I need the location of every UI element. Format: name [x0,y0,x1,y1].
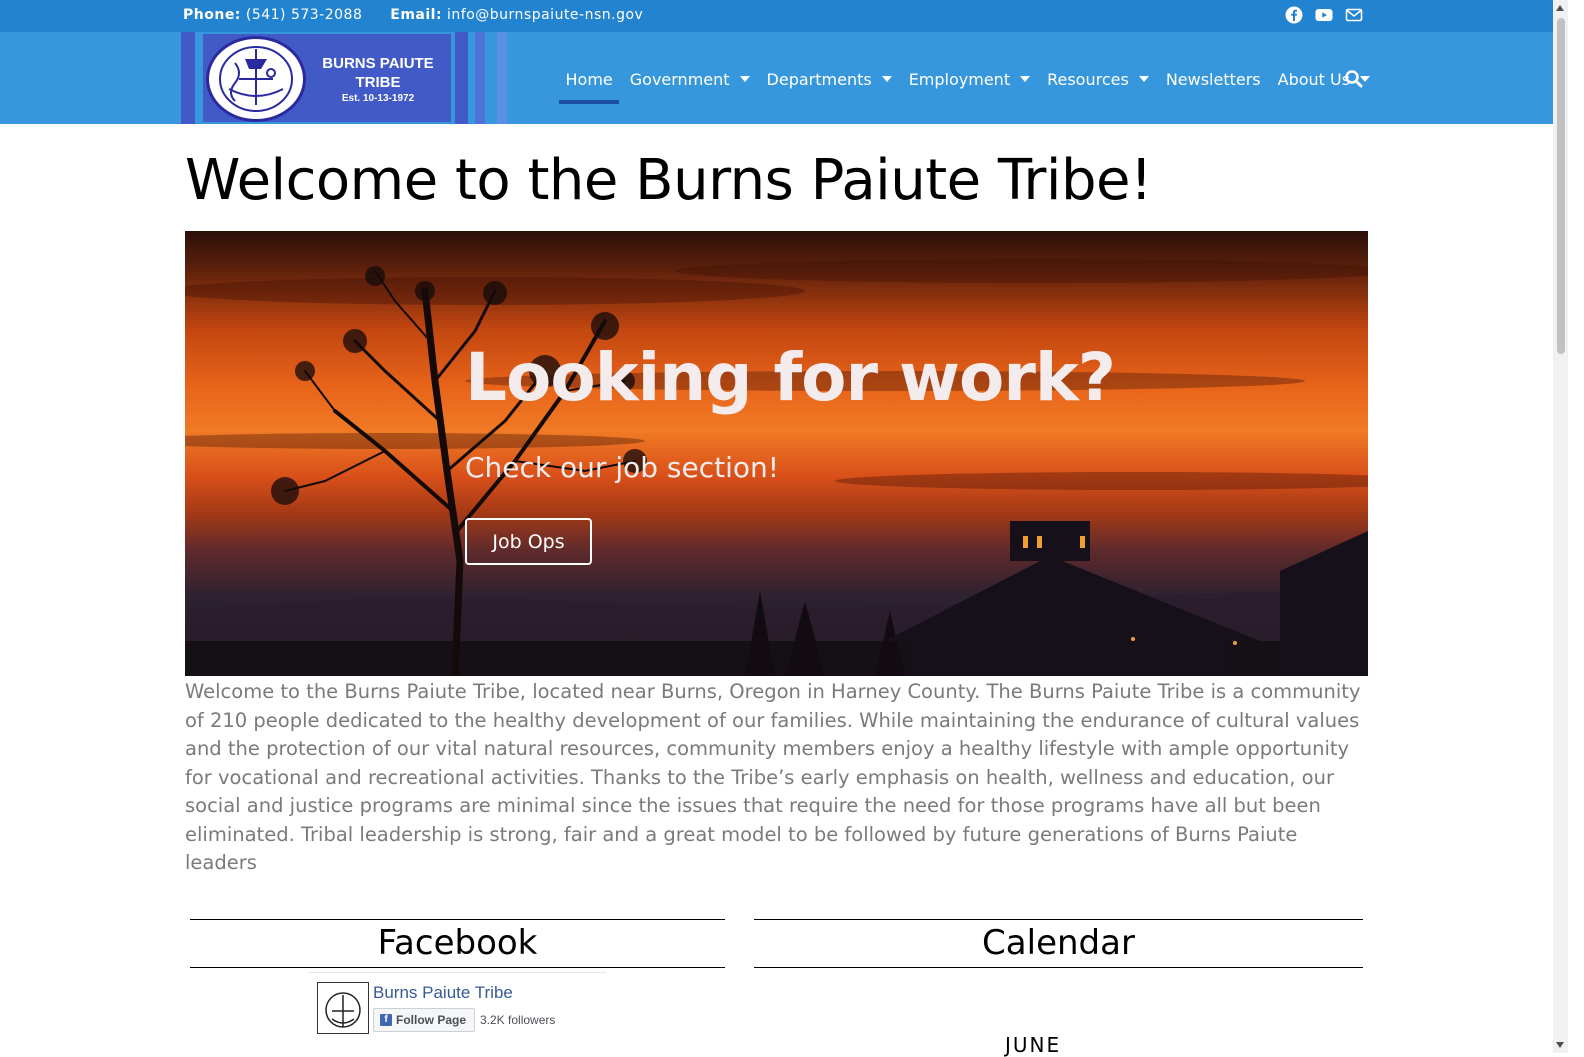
hero-subtitle: Check our job section! [465,451,779,484]
follower-count: 3.2K followers [480,1013,556,1027]
logo-stripe [475,32,485,124]
email-address[interactable]: info@burnspaiute-nsn.gov [447,7,643,23]
caret-down-icon [881,76,892,82]
caret-down-icon [1138,76,1149,82]
contact-info: Phone: (541) 573-2088 Email: info@burnsp… [183,7,643,23]
hero-banner: Looking for work? Check our job section!… [185,231,1368,676]
caret-down-icon [1020,76,1031,82]
nav-resources[interactable]: Resources [1039,64,1158,94]
intro-paragraph: Welcome to the Burns Paiute Tribe, locat… [185,680,1361,874]
caret-down-icon [739,76,750,82]
nav-government[interactable]: Government [621,64,758,94]
page-scrollbar[interactable] [1553,0,1568,1053]
scroll-up-icon[interactable] [1556,5,1564,11]
top-contact-bar: Phone: (541) 573-2088 Email: info@burnsp… [0,0,1553,32]
nav-departments[interactable]: Departments [758,64,900,94]
phone-label: Phone: [183,7,241,23]
main-navbar: BURNS PAIUTE TRIBE Est. 10-13-1972 Home … [0,32,1553,124]
primary-menu: Home Government Departments Employment R… [557,64,1379,104]
social-links [1285,6,1363,24]
tribe-seal-icon [206,36,306,122]
logo-card: BURNS PAIUTE TRIBE Est. 10-13-1972 [203,34,451,122]
nav-newsletters[interactable]: Newsletters [1157,64,1269,94]
facebook-heading: Facebook [190,919,725,968]
facebook-logo-icon: f [380,1014,392,1026]
logo-title: BURNS PAIUTE TRIBE [322,55,434,91]
phone-number[interactable]: (541) 573-2088 [246,7,363,23]
facebook-page-avatar[interactable] [317,982,369,1034]
scrollbar-thumb[interactable] [1557,18,1565,354]
email-label: Email: [390,7,443,23]
logo-stripe [455,32,468,124]
nav-employment[interactable]: Employment [900,64,1038,94]
logo-stripe [497,32,507,124]
search-icon[interactable] [1344,69,1364,89]
facebook-icon[interactable] [1285,6,1303,24]
logo-stripe [181,32,195,124]
site-logo[interactable]: BURNS PAIUTE TRIBE Est. 10-13-1972 [181,32,511,124]
logo-established: Est. 10-13-1972 [341,93,415,104]
youtube-icon[interactable] [1315,6,1333,24]
job-ops-button[interactable]: Job Ops [465,518,592,565]
hero-title: Looking for work? [465,339,1116,416]
scroll-down-icon[interactable] [1556,1042,1564,1048]
calendar-heading: Calendar [754,919,1363,968]
facebook-page-name[interactable]: Burns Paiute Tribe [373,983,513,1003]
calendar-month: JUNE [1005,1033,1062,1057]
facebook-page-widget: Burns Paiute Tribe f Follow Page 3.2K fo… [308,972,606,1042]
follow-page-button[interactable]: f Follow Page [373,1008,476,1032]
nav-home[interactable]: Home [557,64,621,104]
mail-icon[interactable] [1345,6,1363,24]
page-title: Welcome to the Burns Paiute Tribe! [185,148,1152,213]
